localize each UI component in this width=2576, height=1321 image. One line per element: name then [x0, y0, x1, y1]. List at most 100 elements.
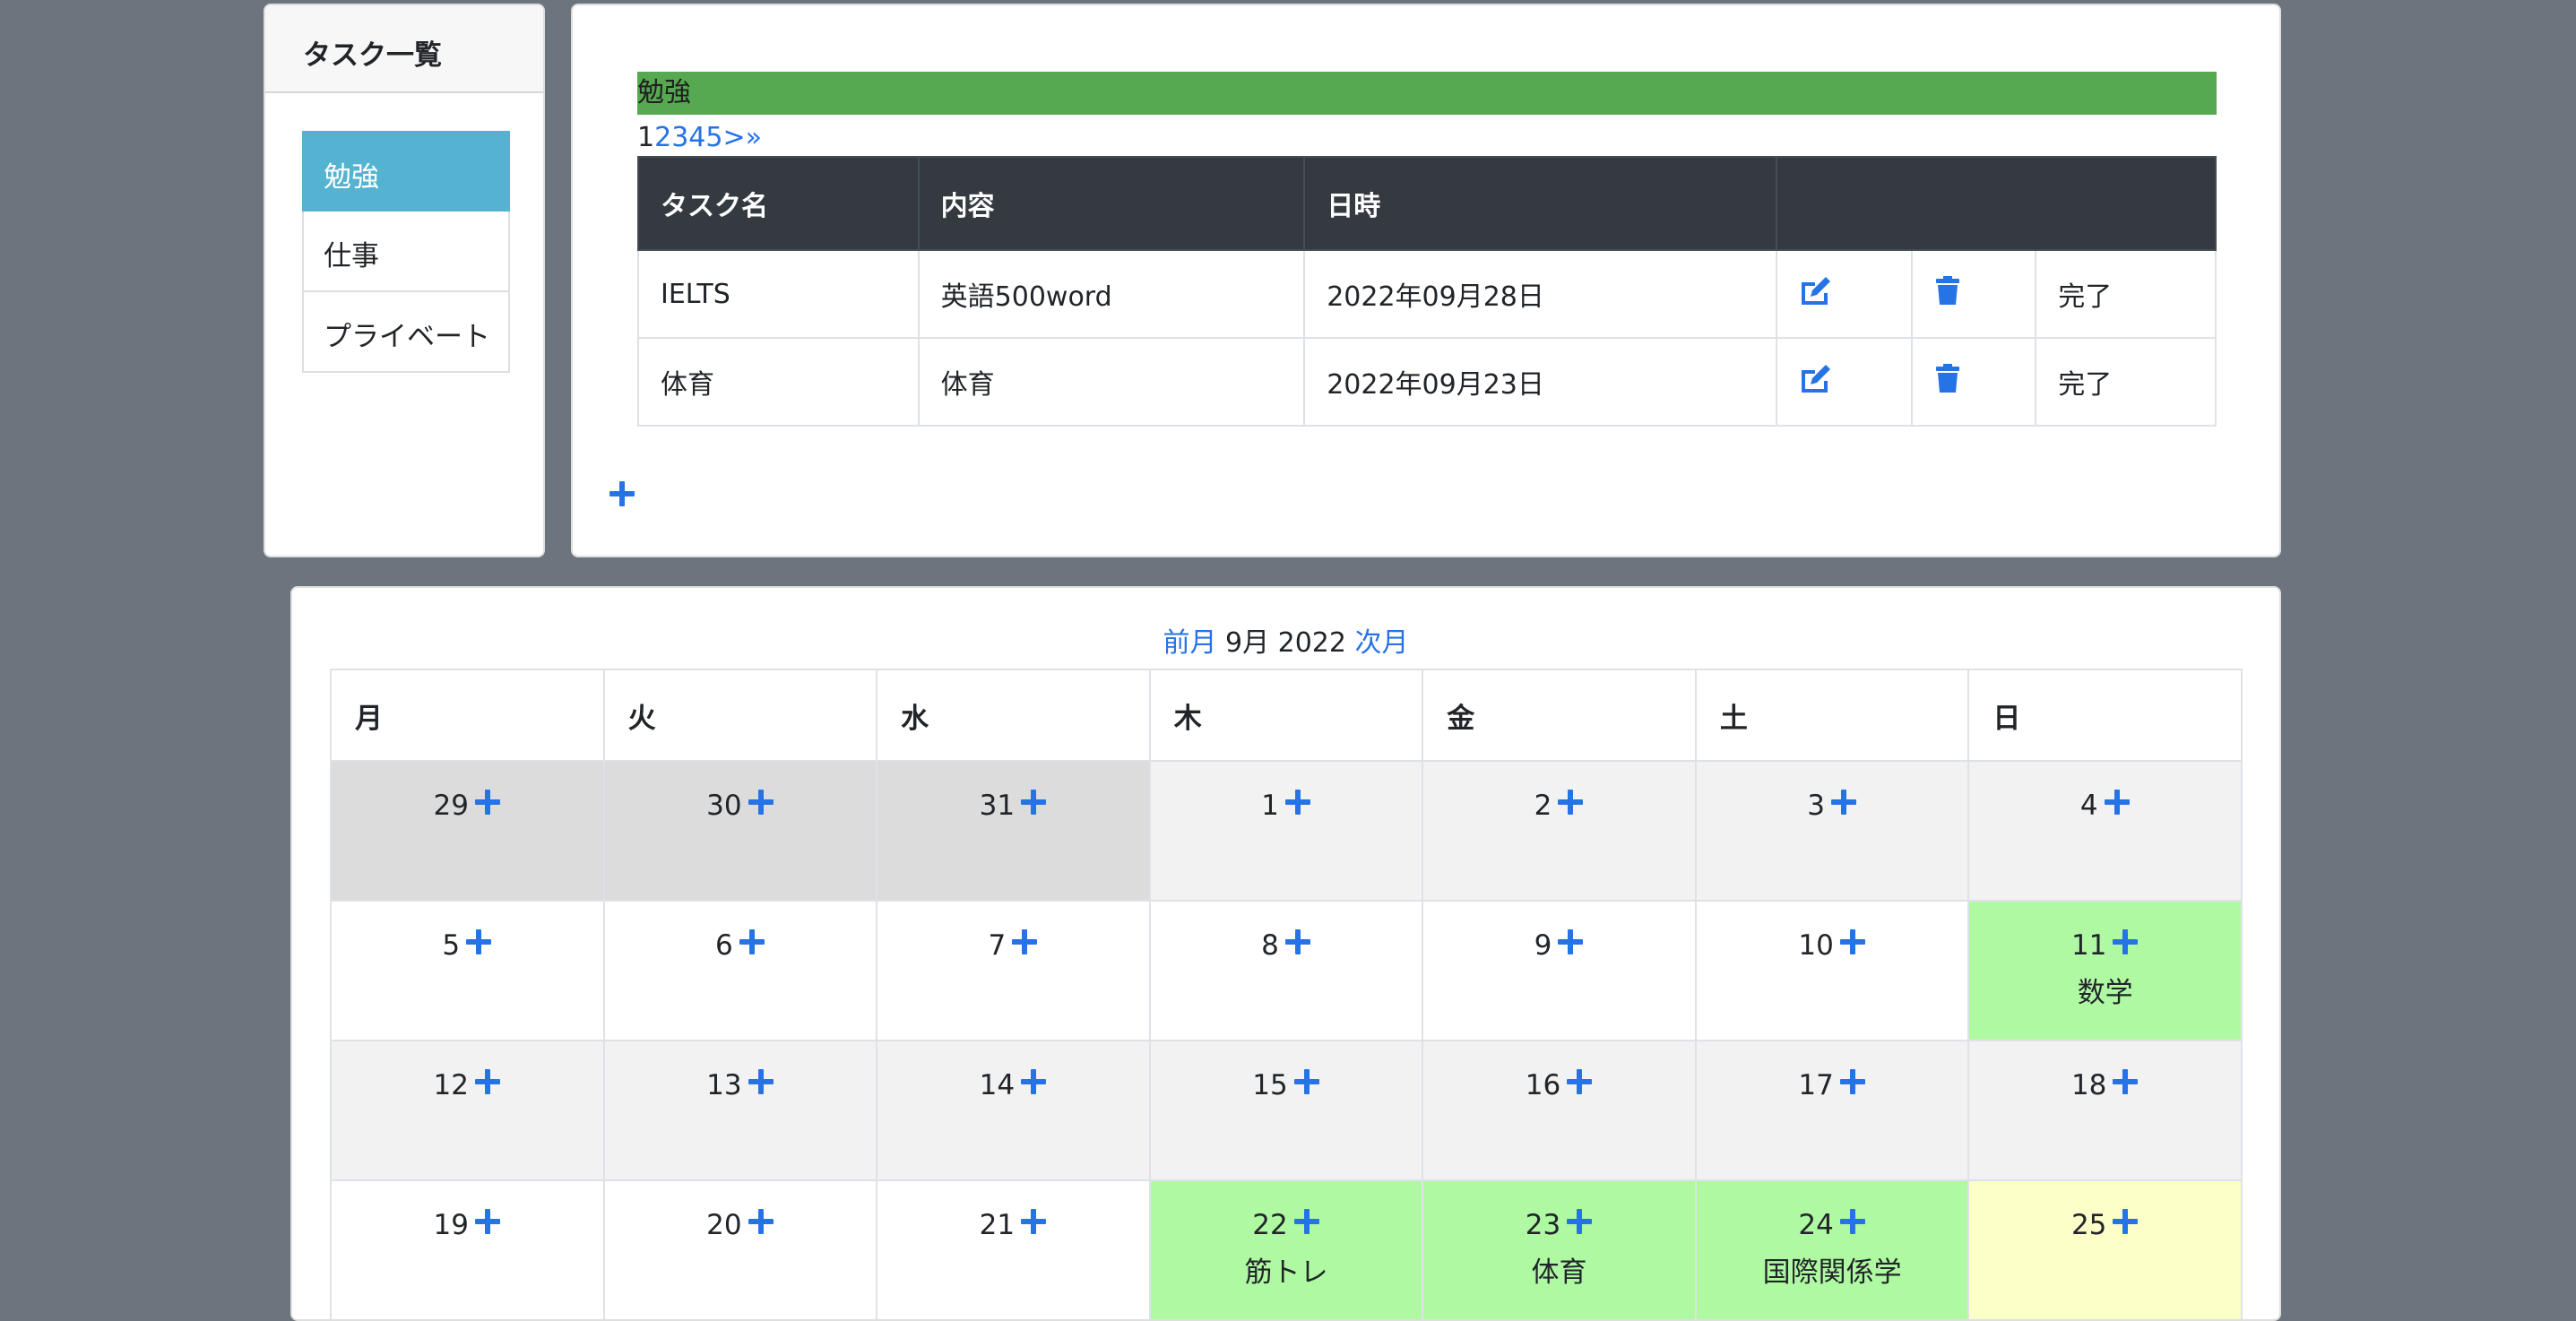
day-number-wrap: 22 — [1252, 1208, 1319, 1242]
day-number-wrap: 10 — [1798, 928, 1865, 963]
add-event-plus-icon[interactable] — [748, 1068, 774, 1102]
day-number-wrap: 1 — [1261, 789, 1311, 823]
sidebar-item-private[interactable]: プライベート — [302, 292, 510, 373]
edit-icon[interactable] — [1799, 275, 1833, 313]
day-number: 15 — [1252, 1069, 1288, 1101]
task-name-cell: IELTS — [637, 249, 920, 339]
calendar-day-cell: 4 — [1967, 760, 2243, 902]
add-event-plus-icon[interactable] — [1839, 1068, 1866, 1102]
add-event-plus-icon[interactable] — [474, 1208, 501, 1242]
day-number: 11 — [2070, 929, 2107, 962]
task-list-sidebar: タスク一覧 勉強 仕事 プライベート — [264, 4, 545, 557]
page-link-2[interactable]: 2 — [654, 122, 671, 153]
day-number-wrap: 5 — [442, 928, 492, 963]
day-number: 7 — [988, 929, 1007, 962]
add-event-plus-icon[interactable] — [2112, 928, 2139, 963]
add-event-plus-icon[interactable] — [2112, 1068, 2139, 1102]
page-current: 1 — [637, 122, 655, 153]
calendar-body: 29 30 31 1 2 3 4 5 6 7 8 9 10 11 数学 12 13 14 15 16 17 18 19 20 2… — [330, 760, 2243, 1319]
day-number: 16 — [1525, 1069, 1561, 1101]
day-number: 23 — [1525, 1209, 1561, 1241]
double-chevron-right-icon[interactable]: » — [746, 122, 762, 153]
day-number: 4 — [2079, 790, 2098, 822]
header-date: 日時 — [1303, 156, 1777, 251]
trash-icon[interactable] — [1934, 363, 1961, 401]
day-number-wrap: 21 — [980, 1208, 1047, 1242]
category-banner: 勉強 — [637, 72, 2217, 115]
day-number: 1 — [1261, 790, 1279, 822]
calendar-day-cell: 22 筋トレ — [1148, 1179, 1424, 1319]
day-number-wrap: 3 — [1807, 789, 1857, 823]
next-month-link[interactable]: 次月 — [1355, 627, 1409, 659]
add-event-plus-icon[interactable] — [1839, 928, 1866, 963]
day-number: 18 — [2070, 1069, 2107, 1101]
day-number-wrap: 16 — [1526, 1068, 1593, 1102]
day-number: 31 — [979, 790, 1016, 822]
calendar-day-cell: 6 — [602, 900, 878, 1041]
add-event-plus-icon[interactable] — [1830, 789, 1857, 823]
page-link-4[interactable]: 4 — [688, 122, 705, 153]
calendar-event[interactable]: 筋トレ — [1152, 1249, 1422, 1290]
edit-icon[interactable] — [1799, 363, 1833, 401]
complete-button[interactable]: 完了 — [2035, 249, 2217, 339]
prev-month-link[interactable]: 前月 — [1163, 627, 1216, 659]
page-link-5[interactable]: 5 — [705, 122, 722, 153]
add-event-plus-icon[interactable] — [1020, 1208, 1047, 1242]
day-number-wrap: 30 — [706, 789, 774, 823]
add-event-plus-icon[interactable] — [1284, 789, 1311, 823]
page-link-3[interactable]: 3 — [671, 122, 688, 153]
day-number: 13 — [706, 1069, 742, 1101]
complete-button[interactable]: 完了 — [2035, 337, 2217, 427]
add-event-plus-icon[interactable] — [1566, 1208, 1593, 1242]
add-event-plus-icon[interactable] — [2104, 789, 2131, 823]
current-month-label: 9月 2022 — [1225, 627, 1346, 659]
header-task-name: タスク名 — [637, 156, 920, 251]
sidebar-item-work[interactable]: 仕事 — [302, 212, 510, 292]
table-row: 体育 体育 2022年09月23日 完了 — [637, 337, 2217, 427]
day-number-wrap: 9 — [1534, 928, 1585, 963]
add-task-plus-icon[interactable] — [609, 480, 635, 511]
calendar-event[interactable]: 国際関係学 — [1698, 1249, 1967, 1290]
add-event-plus-icon[interactable] — [1284, 928, 1311, 963]
trash-icon[interactable] — [1934, 275, 1961, 313]
add-event-plus-icon[interactable] — [1020, 1068, 1047, 1102]
table-row: IELTS 英語500word 2022年09月28日 完了 — [637, 249, 2217, 339]
add-event-plus-icon[interactable] — [1566, 1068, 1593, 1102]
page-next-link[interactable]: > — [722, 122, 745, 153]
day-number: 14 — [979, 1069, 1016, 1101]
add-event-plus-icon[interactable] — [739, 928, 765, 963]
add-event-plus-icon[interactable] — [465, 928, 492, 963]
add-event-plus-icon[interactable] — [748, 789, 774, 823]
add-event-plus-icon[interactable] — [1839, 1208, 1866, 1242]
sidebar-item-study[interactable]: 勉強 — [302, 131, 510, 212]
day-number-wrap: 24 — [1798, 1208, 1865, 1242]
calendar-day-cell: 24 国際関係学 — [1694, 1179, 1970, 1319]
add-event-plus-icon[interactable] — [1293, 1208, 1320, 1242]
add-event-plus-icon[interactable] — [1557, 928, 1584, 963]
calendar-event[interactable]: 数学 — [1970, 970, 2240, 1010]
task-content-cell: 体育 — [917, 337, 1306, 427]
calendar-event[interactable]: 体育 — [1424, 1249, 1694, 1290]
add-event-plus-icon[interactable] — [2112, 1208, 2139, 1242]
calendar-day-cell: 15 — [1148, 1040, 1424, 1181]
add-event-plus-icon[interactable] — [474, 1068, 501, 1102]
category-list: 勉強 仕事 プライベート — [302, 131, 510, 373]
calendar-day-cell: 10 — [1694, 900, 1970, 1041]
day-number: 3 — [1807, 790, 1825, 822]
calendar-day-cell: 18 — [1967, 1040, 2243, 1181]
add-event-plus-icon[interactable] — [1293, 1068, 1320, 1102]
day-number-wrap: 18 — [2071, 1068, 2139, 1102]
day-number-wrap: 7 — [989, 928, 1039, 963]
calendar-day-cell: 21 — [876, 1179, 1151, 1319]
add-event-plus-icon[interactable] — [748, 1208, 774, 1242]
day-number-wrap: 29 — [434, 789, 501, 823]
day-number-wrap: 25 — [2071, 1208, 2139, 1242]
add-event-plus-icon[interactable] — [1020, 789, 1047, 823]
add-event-plus-icon[interactable] — [1557, 789, 1584, 823]
add-event-plus-icon[interactable] — [1011, 928, 1038, 963]
add-event-plus-icon[interactable] — [474, 789, 501, 823]
task-content-cell: 英語500word — [917, 249, 1306, 339]
calendar-week-row: 19 20 21 22 筋トレ 23 体育 24 国際関係学 25 — [330, 1179, 2243, 1319]
calendar-week-row: 12 13 14 15 16 17 18 — [330, 1040, 2243, 1181]
day-number: 25 — [2070, 1209, 2107, 1241]
